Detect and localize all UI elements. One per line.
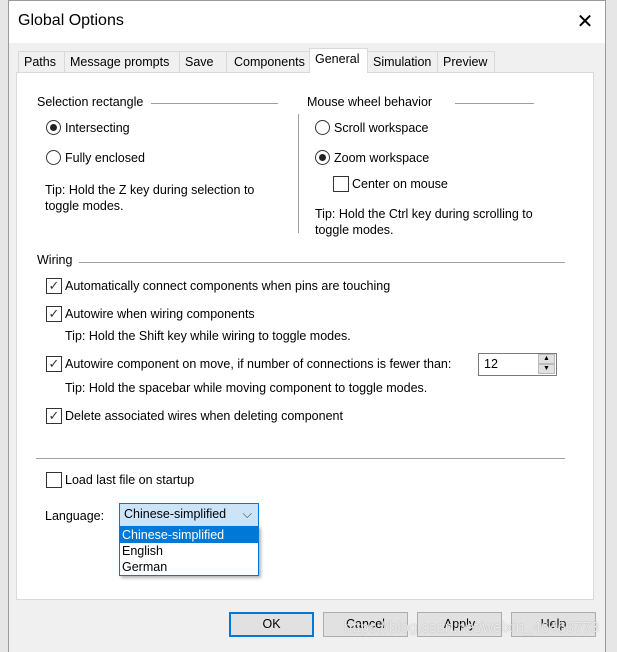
language-select[interactable]: Chinese-simplified ⌵ — [119, 503, 259, 527]
autowire-on-move-checkbox[interactable]: ✓ — [46, 356, 62, 372]
chevron-down-icon: ⌵ — [242, 507, 252, 521]
language-option[interactable]: German — [120, 559, 258, 575]
ok-button[interactable]: OK — [229, 612, 314, 637]
selection-rectangle-heading: Selection rectangle — [37, 95, 144, 109]
divider — [151, 103, 278, 104]
autowire-on-move-label: Autowire component on move, if number of… — [65, 357, 452, 371]
spin-down-button[interactable]: ▼ — [538, 364, 555, 374]
autowire-on-move-tip: Tip: Hold the spacebar while moving comp… — [65, 381, 428, 395]
tab-general[interactable]: General — [309, 48, 368, 73]
divider — [79, 262, 565, 263]
intersecting-radio[interactable] — [46, 120, 61, 135]
auto-connect-label: Automatically connect components when pi… — [65, 279, 391, 293]
tab-components[interactable]: Components — [226, 51, 310, 73]
language-value: Chinese-simplified — [124, 507, 227, 521]
tab-save[interactable]: Save — [179, 51, 227, 73]
delete-wires-label: Delete associated wires when deleting co… — [65, 409, 343, 423]
load-last-file-checkbox[interactable] — [46, 472, 62, 488]
language-option[interactable]: English — [120, 543, 258, 559]
zoom-workspace-label: Zoom workspace — [334, 151, 430, 165]
tab-message-prompts[interactable]: Message prompts — [64, 51, 180, 73]
scroll-workspace-label: Scroll workspace — [334, 121, 429, 135]
tab-preview[interactable]: Preview — [437, 51, 495, 73]
dialog-title: Global Options — [18, 12, 124, 29]
language-label: Language: — [45, 509, 105, 523]
tab-paths[interactable]: Paths — [18, 51, 65, 73]
tab-simulation[interactable]: Simulation — [367, 51, 438, 73]
center-on-mouse-label: Center on mouse — [352, 177, 448, 191]
language-option[interactable]: Chinese-simplified — [120, 527, 258, 543]
selection-tip-line1: Tip: Hold the Z key during selection to — [45, 183, 255, 197]
auto-connect-checkbox[interactable]: ✓ — [46, 278, 62, 294]
global-options-dialog: Global Options ✕ Paths Message prompts S… — [8, 0, 606, 652]
fully-enclosed-radio[interactable] — [46, 150, 61, 165]
language-dropdown: Chinese-simplified English German — [119, 526, 259, 576]
autowire-label: Autowire when wiring components — [65, 307, 255, 321]
selection-tip-line2: toggle modes. — [45, 199, 124, 213]
watermark: https://blog.csdn.net/weixin_46463773 — [344, 619, 600, 636]
mouse-tip-line1: Tip: Hold the Ctrl key during scrolling … — [315, 207, 533, 221]
load-last-file-label: Load last file on startup — [65, 473, 195, 487]
title-bar: Global Options ✕ — [9, 1, 605, 43]
scroll-workspace-radio[interactable] — [315, 120, 330, 135]
close-icon[interactable]: ✕ — [574, 9, 596, 33]
intersecting-label: Intersecting — [65, 121, 130, 135]
vertical-divider — [298, 114, 299, 233]
center-on-mouse-checkbox[interactable] — [333, 176, 349, 192]
autowire-tip: Tip: Hold the Shift key while wiring to … — [65, 329, 351, 343]
zoom-workspace-radio[interactable] — [315, 150, 330, 165]
spin-up-button[interactable]: ▲ — [538, 354, 555, 364]
divider — [36, 458, 565, 459]
wiring-heading: Wiring — [37, 253, 73, 267]
fully-enclosed-label: Fully enclosed — [65, 151, 145, 165]
divider — [455, 103, 534, 104]
connections-limit-value: 12 — [484, 357, 498, 371]
mouse-wheel-heading: Mouse wheel behavior — [307, 95, 433, 109]
mouse-tip-line2: toggle modes. — [315, 223, 394, 237]
autowire-checkbox[interactable]: ✓ — [46, 306, 62, 322]
delete-wires-checkbox[interactable]: ✓ — [46, 408, 62, 424]
